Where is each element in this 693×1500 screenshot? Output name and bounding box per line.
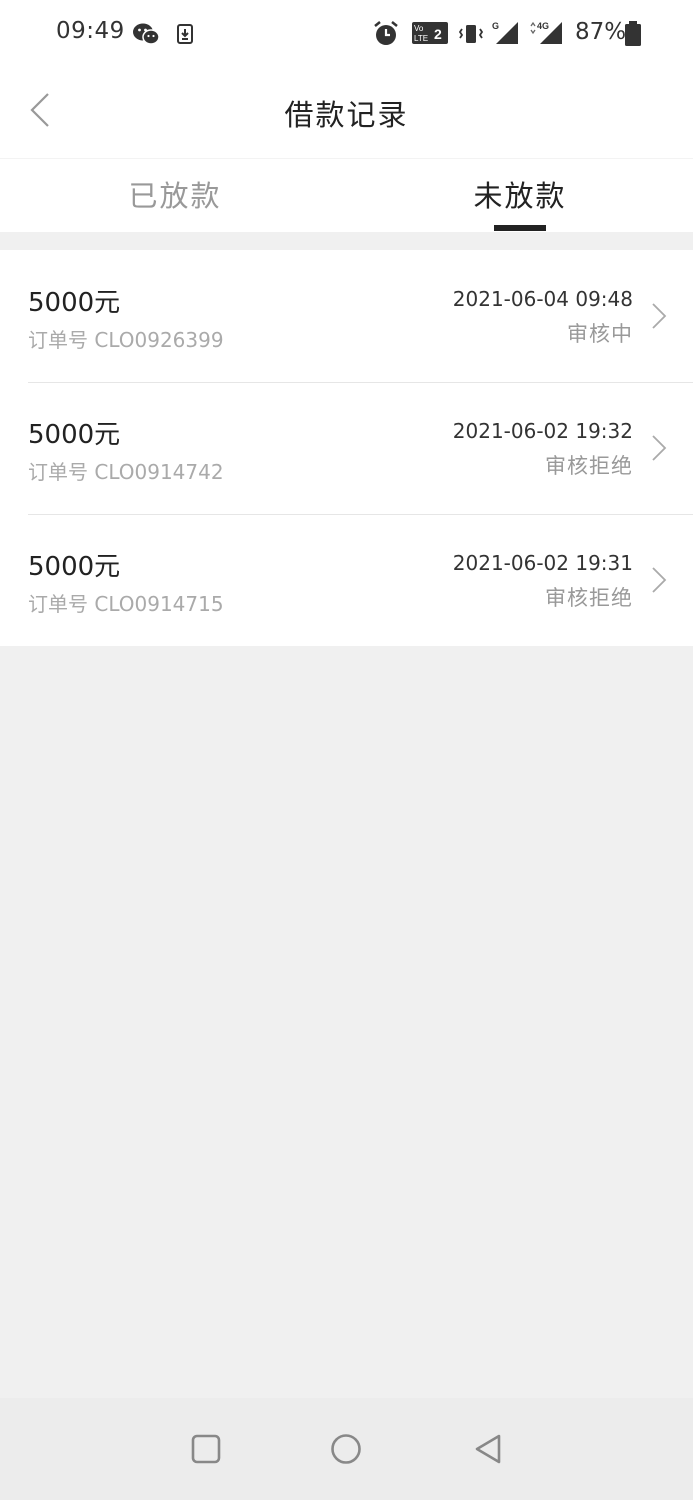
record-datetime: 2021-06-02 19:32 [452, 419, 633, 443]
chevron-right-icon [652, 303, 667, 329]
tab-bar: 已放款 未放款 [0, 158, 693, 232]
loan-amount: 5000元 [28, 552, 121, 582]
loan-amount: 5000元 [28, 420, 121, 450]
record-status: 审核拒绝 [545, 586, 633, 610]
wechat-icon [132, 22, 160, 46]
chevron-right-icon [652, 435, 667, 461]
home-button[interactable] [329, 1432, 363, 1466]
tab-unreleased[interactable]: 未放款 [347, 173, 693, 215]
record-datetime: 2021-06-04 09:48 [452, 287, 633, 311]
alarm-icon [372, 20, 400, 48]
download-icon [177, 24, 193, 44]
loan-record-row[interactable]: 5000元 订单号 CLO0926399 2021-06-04 09:48 审核… [0, 250, 693, 382]
page-title: 借款记录 [284, 98, 409, 132]
order-number: 订单号 CLO0926399 [28, 328, 224, 352]
svg-text:LTE: LTE [414, 34, 428, 43]
loan-record-row[interactable]: 5000元 订单号 CLO0914742 2021-06-02 19:32 审核… [0, 382, 693, 514]
order-number: 订单号 CLO0914715 [28, 592, 224, 616]
chevron-right-icon [652, 567, 667, 593]
square-icon [191, 1434, 221, 1464]
order-number: 订单号 CLO0914742 [28, 460, 224, 484]
loan-record-row[interactable]: 5000元 订单号 CLO0914715 2021-06-02 19:31 审核… [0, 514, 693, 646]
signal-4g-icon: 4G [528, 20, 564, 46]
status-bar: 09:49 Vo LTE 2 G 4G 87% [0, 0, 693, 66]
circle-icon [331, 1434, 361, 1464]
svg-text:2: 2 [434, 26, 442, 42]
signal-g-icon: G [490, 20, 520, 46]
active-tab-indicator [494, 225, 546, 231]
status-time: 09:49 [56, 18, 125, 44]
battery-percentage: 87% [575, 19, 627, 45]
volte-icon: Vo LTE 2 [412, 22, 448, 44]
header: 借款记录 [0, 66, 693, 158]
triangle-icon [475, 1434, 501, 1464]
battery-icon [624, 21, 642, 47]
svg-text:Vo: Vo [414, 24, 424, 33]
svg-text:G: G [492, 21, 499, 31]
record-status: 审核中 [567, 322, 633, 346]
vibrate-icon [458, 24, 484, 44]
recent-apps-button[interactable] [189, 1432, 223, 1466]
system-back-button[interactable] [471, 1432, 505, 1466]
loan-record-list: 5000元 订单号 CLO0926399 2021-06-04 09:48 审核… [0, 250, 693, 646]
loan-amount: 5000元 [28, 288, 121, 318]
tab-released[interactable]: 已放款 [2, 173, 348, 215]
system-navigation-bar [0, 1398, 693, 1500]
record-status: 审核拒绝 [545, 454, 633, 478]
record-datetime: 2021-06-02 19:31 [452, 551, 633, 575]
svg-text:4G: 4G [537, 21, 549, 31]
